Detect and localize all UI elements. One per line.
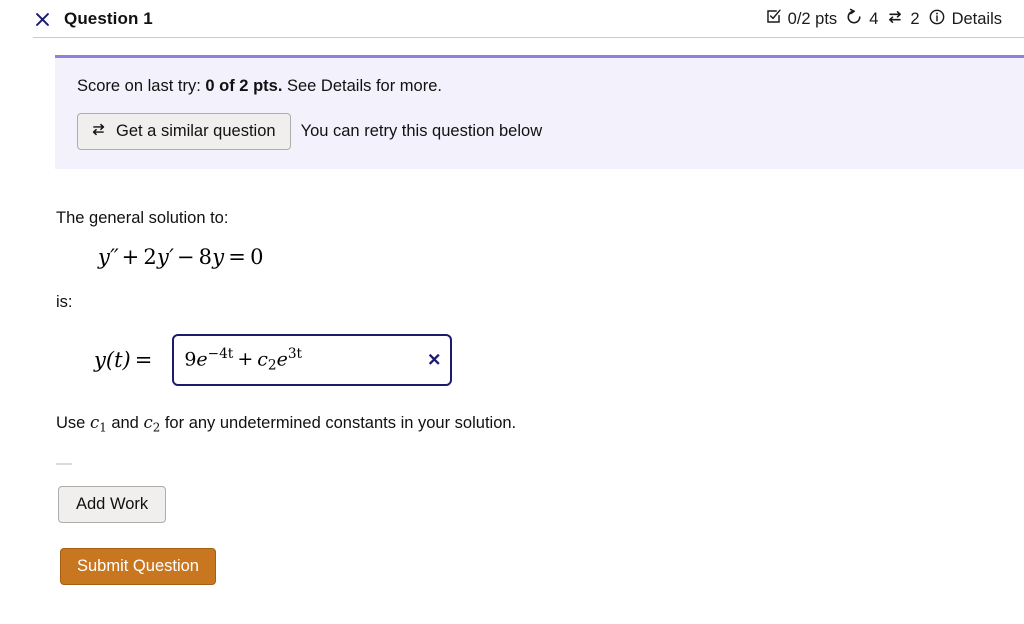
get-similar-question-button[interactable]: Get a similar question	[77, 112, 291, 150]
eq-op-minus: −	[176, 244, 195, 269]
eq-term1-primes: ′′	[110, 244, 118, 269]
answer-exp1: −4t	[207, 345, 234, 362]
hint-c1-sub: 1	[99, 419, 107, 434]
answer-arg: (t)	[105, 347, 131, 372]
retry-note: You can retry this question below	[300, 121, 543, 140]
header-left-group: Question 1	[33, 9, 153, 29]
eq-term1-var: y	[98, 244, 111, 269]
swap-arrows-icon	[90, 121, 107, 142]
last-try-banner: Score on last try: 0 of 2 pts. See Detai…	[55, 55, 1024, 169]
constants-hint: Use c1 and c2 for any undetermined const…	[56, 412, 1004, 436]
hint-prefix: Use	[56, 413, 90, 432]
differential-equation: y′′ +2y′ −8y = 0	[98, 245, 1004, 269]
score-bold: 0 of 2 pts.	[205, 77, 283, 95]
score-prefix: Score on last try:	[77, 77, 206, 95]
undo-circular-arrow-icon	[845, 8, 863, 31]
hint-c1: c	[89, 412, 100, 432]
section-divider	[56, 463, 72, 465]
answer-fn: y	[94, 347, 106, 372]
answer-c2: c	[257, 348, 268, 371]
similar-count: 2	[910, 9, 920, 28]
page-title: Question 1	[64, 9, 153, 28]
header-right-group: 0/2 pts 4 2 Details	[765, 8, 1002, 31]
eq-term2-var: y	[156, 244, 170, 269]
close-x-icon[interactable]	[33, 10, 51, 28]
answer-coef1: 9	[184, 348, 197, 371]
attempts-count: 4	[869, 9, 879, 28]
score-label: 0/2 pts	[787, 9, 838, 28]
submit-question-button[interactable]: Submit Question	[60, 548, 216, 585]
eq-rhs: 0	[250, 244, 264, 269]
eq-term3-var: y	[212, 244, 225, 269]
header-divider	[33, 37, 1024, 38]
question-body: The general solution to: y′′ +2y′ −8y = 0 is…	[56, 208, 1004, 435]
clear-x-icon[interactable]: ✕	[427, 351, 441, 368]
answer-function-label: y(t) =	[94, 348, 156, 372]
score-on-last-try-text: Score on last try: 0 of 2 pts. See Detai…	[77, 77, 1024, 97]
answer-input[interactable]: 9e−4t + c2e3t ✕	[172, 333, 453, 386]
is-label: is:	[56, 292, 73, 311]
hint-c2: c	[143, 412, 153, 432]
swap-arrows-icon	[886, 8, 904, 31]
details-label: Details	[951, 9, 1002, 28]
answer-e2: e	[276, 348, 288, 371]
answer-c2-sub: 2	[267, 357, 277, 374]
score-suffix: See Details for more.	[282, 77, 442, 95]
eq-equals: =	[228, 244, 247, 269]
score-group: 0/2 pts	[765, 8, 838, 30]
hint-mid: and	[106, 413, 144, 432]
question-header: Question 1 0/2 pts 4 2 Details	[0, 0, 1024, 38]
answer-e1: e	[196, 348, 208, 371]
add-work-button[interactable]: Add Work	[58, 486, 167, 523]
answer-row: y(t) = 9e−4t + c2e3t ✕	[94, 333, 1004, 386]
details-button[interactable]: Details	[928, 8, 1002, 31]
banner-action-row: Get a similar question You can retry thi…	[77, 112, 1024, 150]
answer-equals: =	[134, 347, 153, 372]
eq-op-plus: +	[121, 244, 140, 269]
info-circle-icon	[928, 8, 946, 31]
answer-exp2: 3t	[287, 345, 303, 362]
checkbox-check-icon	[765, 8, 782, 30]
answer-plus: +	[237, 348, 254, 371]
answer-input-value: 9e−4t + c2e3t	[184, 346, 302, 373]
attempts-group: 4	[845, 8, 878, 31]
get-similar-question-label: Get a similar question	[116, 122, 276, 141]
hint-suffix: for any undetermined constants in your s…	[160, 413, 517, 432]
question-prompt: The general solution to:	[56, 209, 229, 227]
eq-term3-coef: 8	[198, 244, 213, 269]
eq-term2-coef: 2	[143, 244, 157, 269]
similar-count-group: 2	[886, 8, 920, 31]
